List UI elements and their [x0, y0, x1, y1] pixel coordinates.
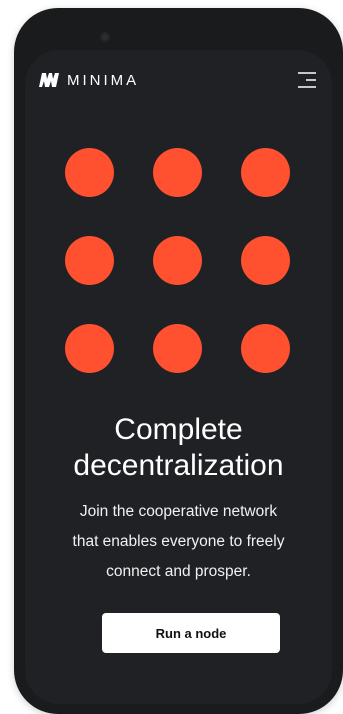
top-bar: MINIMA	[39, 68, 318, 92]
run-node-button[interactable]: Run a node	[102, 613, 280, 653]
brand-name: MINIMA	[67, 71, 140, 89]
hero-dot	[241, 148, 290, 197]
subtext-line-2: that enables everyone to freely	[72, 533, 285, 550]
menu-icon[interactable]	[296, 71, 318, 89]
hero-dot	[153, 236, 202, 285]
subtext-line-1: Join the cooperative network	[79, 503, 278, 520]
hero-dot	[241, 236, 290, 285]
phone-device: MINIMA Complete decentralization Join th…	[14, 8, 343, 714]
dots-grid	[65, 148, 292, 375]
hero-dot	[241, 324, 290, 373]
hero-dot	[65, 236, 114, 285]
headline-line-1: Complete	[114, 413, 243, 446]
hero-dot	[65, 148, 114, 197]
hero-headline: Complete decentralization	[25, 412, 332, 484]
hero-dot	[153, 324, 202, 373]
subtext-line-3: connect and prosper.	[106, 563, 251, 580]
hero-dot	[153, 148, 202, 197]
headline-line-2: decentralization	[73, 449, 284, 482]
camera-icon	[100, 32, 110, 42]
app-screen: MINIMA Complete decentralization Join th…	[25, 50, 332, 704]
hero-dot	[65, 324, 114, 373]
hero-subtext: Join the cooperative network that enable…	[25, 497, 332, 587]
minima-logo-icon	[39, 73, 59, 87]
brand-logo[interactable]: MINIMA	[39, 72, 139, 89]
